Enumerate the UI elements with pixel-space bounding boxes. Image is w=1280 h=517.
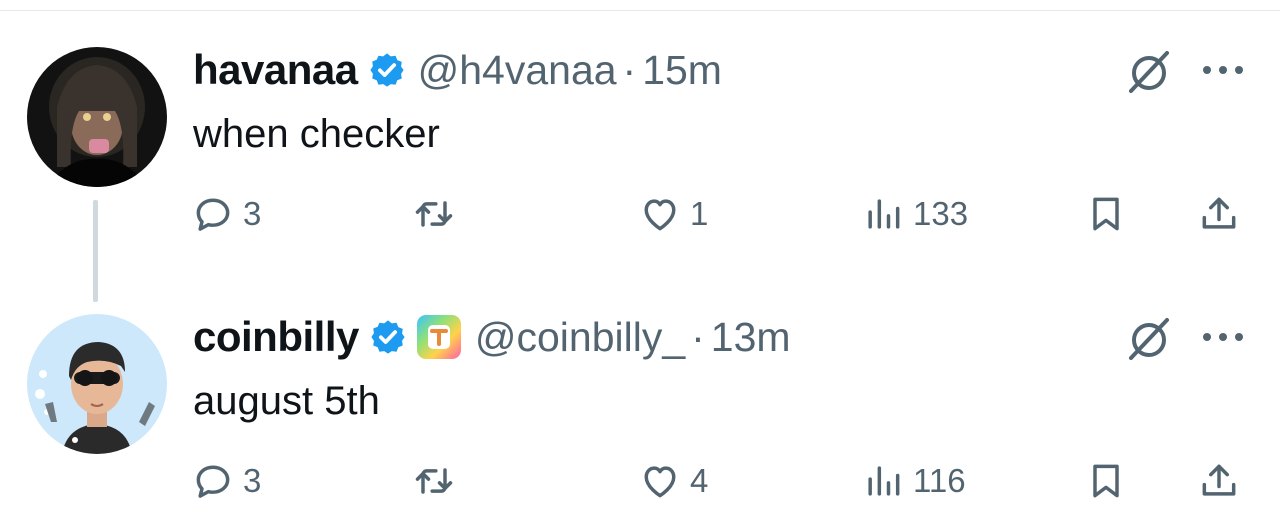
tweet-text: august 5th — [193, 379, 380, 423]
share-icon — [1197, 192, 1241, 236]
bookmark-icon — [1084, 192, 1128, 236]
more-icon[interactable] — [1198, 325, 1248, 349]
views-icon — [861, 192, 905, 236]
tweet-header: coinbilly @coinbilly_ · 13m — [193, 309, 791, 365]
timestamp[interactable]: 13m — [711, 314, 791, 361]
view-count: 116 — [913, 462, 966, 499]
bookmark-button[interactable] — [1084, 455, 1128, 507]
verified-badge-icon — [368, 51, 406, 89]
tweet-header: havanaa @h4vanaa · 15m — [193, 42, 722, 98]
like-count: 4 — [690, 462, 709, 499]
avatar[interactable] — [27, 47, 167, 187]
tweet[interactable]: coinbilly @coinbilly_ · 13m august 5th 3… — [0, 267, 1280, 517]
display-name[interactable]: havanaa — [193, 46, 358, 94]
grok-icon[interactable] — [1125, 314, 1173, 362]
tweet-actions: 3 1 133 — [0, 188, 1280, 240]
user-handle[interactable]: @h4vanaa — [418, 47, 617, 94]
separator-dot: · — [622, 46, 637, 93]
retweet-button[interactable] — [412, 188, 464, 240]
share-icon — [1197, 459, 1241, 503]
views-icon — [861, 459, 905, 503]
tweet[interactable]: havanaa @h4vanaa · 15m when checker 3 1 … — [0, 0, 1280, 250]
display-name[interactable]: coinbilly — [193, 313, 359, 361]
retweet-icon — [412, 459, 456, 503]
like-count: 1 — [690, 195, 709, 232]
reply-count: 3 — [243, 462, 262, 499]
more-icon[interactable] — [1198, 58, 1248, 82]
view-count: 133 — [913, 195, 969, 232]
avatar[interactable] — [27, 314, 167, 454]
share-button[interactable] — [1197, 188, 1241, 240]
retweet-button[interactable] — [412, 455, 464, 507]
timestamp[interactable]: 15m — [642, 47, 722, 94]
like-button[interactable]: 1 — [638, 188, 708, 240]
views-button[interactable]: 133 — [861, 188, 968, 240]
reply-button[interactable]: 3 — [191, 455, 261, 507]
reply-count: 3 — [243, 195, 262, 232]
views-button[interactable]: 116 — [861, 455, 966, 507]
verified-badge-icon — [369, 318, 407, 356]
bookmark-icon — [1084, 459, 1128, 503]
like-icon — [638, 459, 682, 503]
like-icon — [638, 192, 682, 236]
reply-icon — [191, 192, 235, 236]
like-button[interactable]: 4 — [638, 455, 708, 507]
affiliate-badge-icon[interactable] — [415, 313, 463, 361]
grok-icon[interactable] — [1125, 47, 1173, 95]
share-button[interactable] — [1197, 455, 1241, 507]
separator-dot: · — [691, 313, 705, 360]
reply-icon — [191, 459, 235, 503]
user-handle[interactable]: @coinbilly_ — [475, 314, 685, 361]
retweet-icon — [412, 192, 456, 236]
bookmark-button[interactable] — [1084, 188, 1128, 240]
tweet-actions: 3 4 116 — [0, 455, 1280, 507]
reply-button[interactable]: 3 — [191, 188, 261, 240]
tweet-text: when checker — [193, 112, 440, 156]
